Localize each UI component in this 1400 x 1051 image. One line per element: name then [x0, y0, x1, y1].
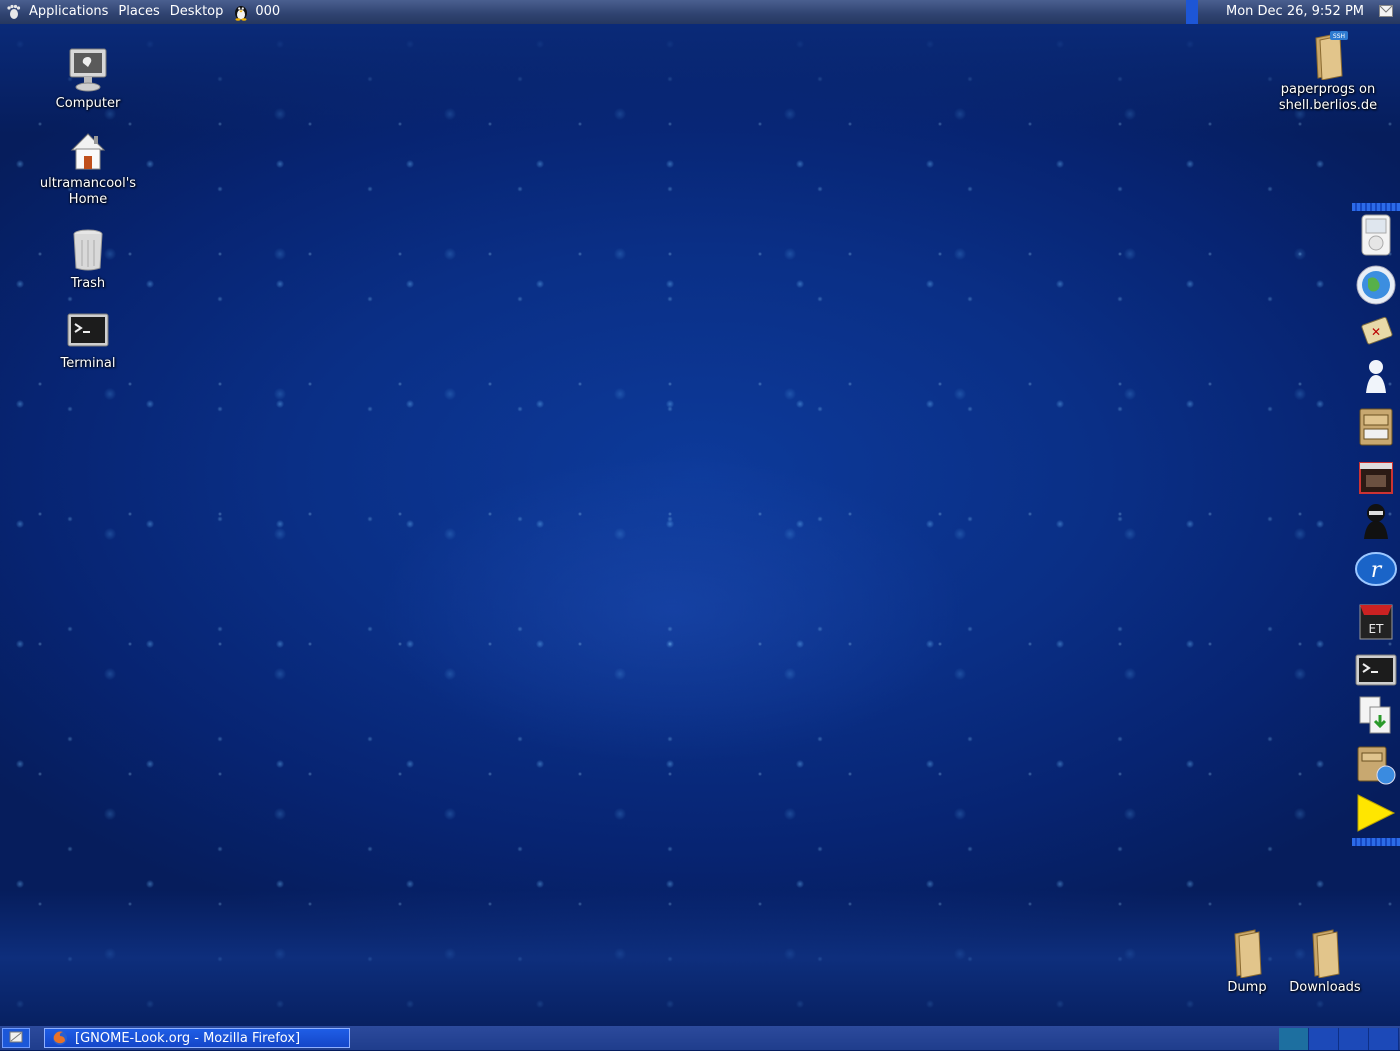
terminal-icon[interactable]: [1354, 649, 1398, 693]
ipod-icon[interactable]: [1354, 213, 1398, 257]
messenger-icon[interactable]: [1354, 355, 1398, 399]
firefox-icon: [53, 1031, 67, 1045]
computer-label: Computer: [55, 96, 121, 111]
desktop-menu[interactable]: Desktop: [165, 0, 229, 24]
ssh-label-line2: shell.berlios.de: [1278, 98, 1378, 113]
play-arrow-icon[interactable]: [1354, 791, 1398, 835]
ninja-icon[interactable]: [1354, 499, 1398, 543]
folder-icon: [1312, 929, 1340, 978]
mahjongg-icon[interactable]: ✕: [1354, 309, 1398, 353]
panel-separator: [1186, 0, 1198, 24]
enemy-territory-icon[interactable]: ET: [1354, 599, 1398, 643]
tux-applet-label[interactable]: 000: [250, 0, 285, 24]
home-label-line1: ultramancool's: [39, 176, 137, 191]
gnome-foot-icon[interactable]: [6, 4, 22, 20]
dock-bottom-rail: [1352, 838, 1400, 846]
clock[interactable]: Mon Dec 26, 9:52 PM: [1226, 0, 1364, 24]
show-desktop-icon: [9, 1031, 23, 1043]
launcher-dock: ✕ r ET: [1352, 203, 1400, 848]
svg-text:✕: ✕: [1371, 325, 1381, 339]
terminal-label: Terminal: [60, 356, 116, 371]
trash-icon: [73, 229, 103, 271]
home-label-line2: Home: [68, 192, 108, 207]
folder-icon: [1234, 929, 1262, 978]
top-panel: Applications Places Desktop 000 Mon Dec …: [0, 0, 1400, 24]
wallpaper-shade-bottom: [0, 890, 1400, 1026]
trash-label: Trash: [70, 276, 106, 291]
home-desktop-icon[interactable]: ultramancool's Home: [33, 128, 143, 208]
workspace-3[interactable]: [1339, 1028, 1369, 1050]
wallpaper-droplets: [0, 24, 1400, 1026]
tux-penguin-icon[interactable]: [232, 3, 250, 21]
ssh-share-desktop-icon[interactable]: SSH paperprogs on shell.berlios.de: [1273, 30, 1383, 114]
trash-desktop-icon[interactable]: Trash: [33, 226, 143, 292]
workspace-1[interactable]: [1279, 1028, 1309, 1050]
mail-icon[interactable]: [1379, 5, 1393, 17]
bottom-panel: [GNOME-Look.org - Mozilla Firefox]: [0, 1026, 1400, 1050]
computer-icon: [69, 48, 107, 92]
terminal-desktop-icon[interactable]: Terminal: [33, 310, 143, 372]
dock-top-rail: [1352, 203, 1400, 211]
taskbar-window-title: [GNOME-Look.org - Mozilla Firefox]: [75, 1030, 301, 1046]
wallpaper-shade-top: [0, 24, 1400, 134]
taskbar-window-button[interactable]: [GNOME-Look.org - Mozilla Firefox]: [44, 1028, 350, 1048]
terminal-icon: [67, 313, 109, 347]
file-cabinet-icon[interactable]: [1354, 405, 1398, 449]
globe-browser-icon[interactable]: [1354, 263, 1398, 307]
ssh-folder-icon: SSH: [1315, 31, 1348, 80]
svg-text:r: r: [1371, 558, 1383, 583]
home-icon: [70, 133, 106, 170]
applications-menu[interactable]: Applications: [24, 0, 113, 24]
workspace-switcher: [1279, 1028, 1400, 1050]
network-server-icon[interactable]: [1354, 743, 1398, 787]
ssh-label-line1: paperprogs on: [1280, 82, 1376, 97]
places-menu[interactable]: Places: [113, 0, 164, 24]
downloads-label: Downloads: [1289, 980, 1361, 995]
workspace-2[interactable]: [1309, 1028, 1339, 1050]
video-clapper-icon[interactable]: [1354, 455, 1398, 499]
show-desktop-button[interactable]: [2, 1028, 30, 1048]
computer-desktop-icon[interactable]: Computer: [33, 46, 143, 112]
workspace-4[interactable]: [1369, 1028, 1399, 1050]
ssh-badge: SSH: [1333, 33, 1345, 40]
file-transfer-icon[interactable]: [1354, 693, 1398, 737]
svg-text:ET: ET: [1369, 622, 1385, 636]
downloads-desktop-icon[interactable]: Downloads: [1270, 928, 1380, 996]
realplayer-icon[interactable]: r: [1354, 547, 1398, 591]
